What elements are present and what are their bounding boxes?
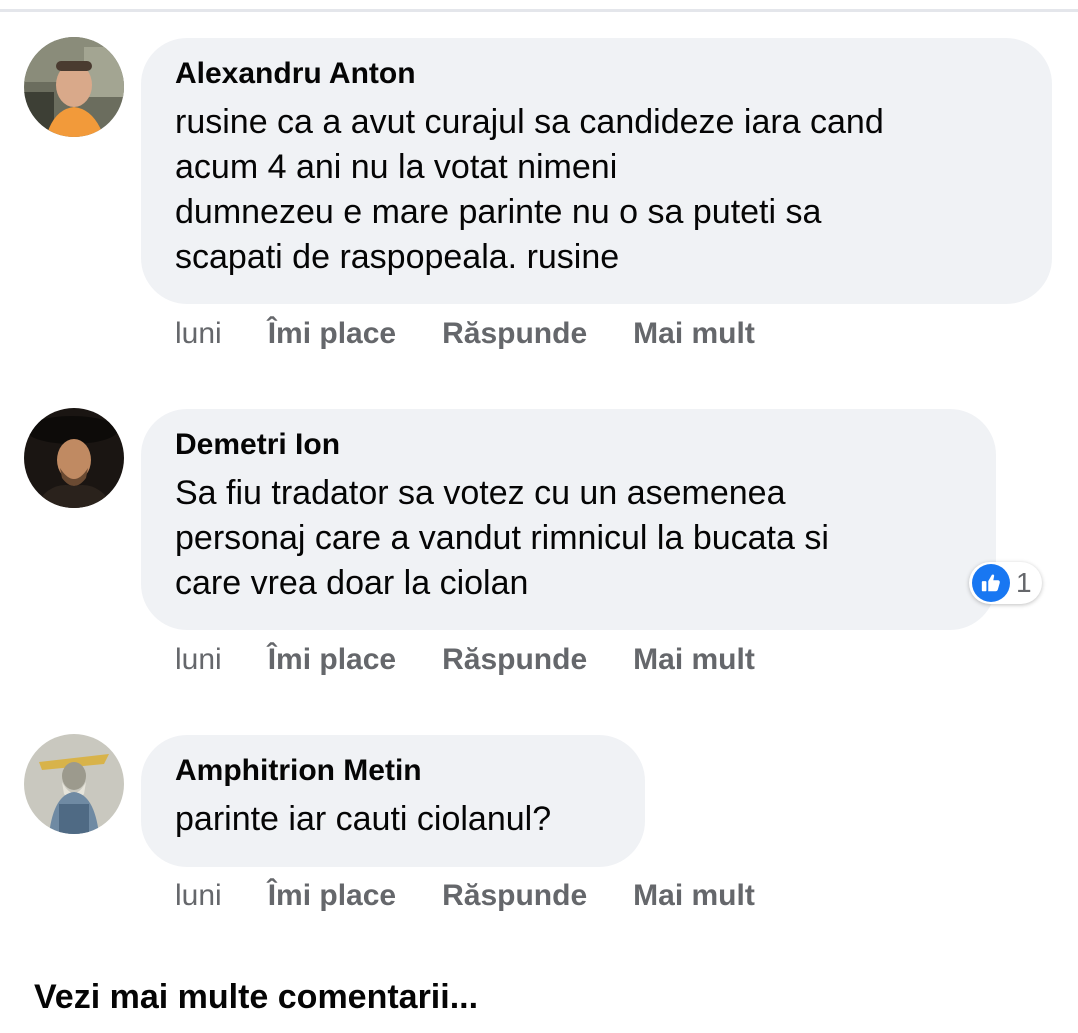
comment-actions: luni Îmi place Răspunde Mai mult — [175, 316, 801, 352]
comment-text-line: parinte iar cauti ciolanul? — [175, 800, 552, 838]
reply-button[interactable]: Răspunde — [442, 316, 587, 352]
comment-text-line: acum 4 ani nu la votat nimeni — [175, 148, 618, 186]
like-button[interactable]: Îmi place — [268, 316, 396, 352]
comment-timestamp[interactable]: luni — [175, 642, 222, 678]
more-button[interactable]: Mai mult — [633, 642, 755, 678]
comment-text-line: rusine ca a avut curajul sa candideze ia… — [175, 103, 884, 141]
reaction-badge[interactable]: 1 — [969, 562, 1042, 604]
top-divider — [0, 9, 1078, 12]
comment-author[interactable]: Alexandru Anton — [175, 56, 1018, 92]
comment-text: parinte iar cauti ciolanul? — [175, 797, 611, 842]
comment-author[interactable]: Demetri Ion — [175, 427, 962, 463]
comment-actions: luni Îmi place Răspunde Mai mult — [175, 878, 801, 914]
comment-bubble: Demetri Ion Sa fiu tradator sa votez cu … — [141, 409, 996, 630]
comment-text: Sa fiu tradator sa votez cu un asemenea … — [175, 471, 962, 606]
reaction-count: 1 — [1016, 567, 1032, 598]
comment-timestamp[interactable]: luni — [175, 316, 222, 352]
avatar[interactable] — [24, 734, 124, 834]
reply-button[interactable]: Răspunde — [442, 642, 587, 678]
comment-text-line: dumnezeu e mare parinte nu o sa puteti s… — [175, 193, 822, 231]
comment-text-line: care vrea doar la ciolan — [175, 564, 529, 602]
comment-text-line: personaj care a vandut rimnicul la bucat… — [175, 519, 829, 557]
comment-text: rusine ca a avut curajul sa candideze ia… — [175, 100, 1018, 280]
comment-author[interactable]: Amphitrion Metin — [175, 753, 611, 789]
reply-button[interactable]: Răspunde — [442, 878, 587, 914]
avatar[interactable] — [24, 37, 124, 137]
more-button[interactable]: Mai mult — [633, 316, 755, 352]
comment-bubble: Alexandru Anton rusine ca a avut curajul… — [141, 38, 1052, 304]
avatar[interactable] — [24, 408, 124, 508]
comment-text-line: scapati de raspopeala. rusine — [175, 238, 620, 276]
like-button[interactable]: Îmi place — [268, 878, 396, 914]
thumbs-up-icon — [972, 564, 1010, 602]
like-button[interactable]: Îmi place — [268, 642, 396, 678]
comment-actions: luni Îmi place Răspunde Mai mult — [175, 642, 801, 678]
comment-text-line: Sa fiu tradator sa votez cu un asemenea — [175, 474, 786, 512]
comment-bubble: Amphitrion Metin parinte iar cauti ciola… — [141, 735, 645, 867]
comment-timestamp[interactable]: luni — [175, 878, 222, 914]
more-button[interactable]: Mai mult — [633, 878, 755, 914]
view-more-comments-link[interactable]: Vezi mai multe comentarii... — [34, 975, 478, 1019]
